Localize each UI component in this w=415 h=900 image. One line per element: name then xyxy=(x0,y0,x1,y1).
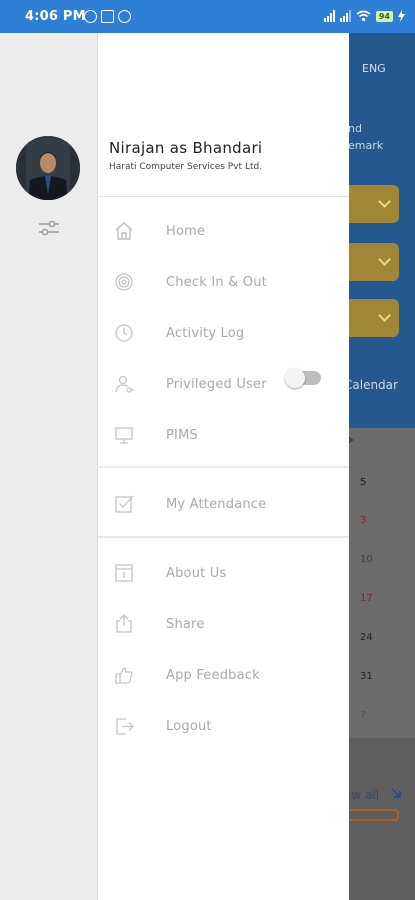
menu-item-logout[interactable]: Logout xyxy=(98,706,349,750)
chevron-down-icon xyxy=(378,309,391,322)
menu-item-label: Activity Log xyxy=(166,326,245,341)
privileged-user-toggle[interactable] xyxy=(285,368,321,388)
logout-icon xyxy=(116,718,134,735)
home-icon xyxy=(115,222,133,240)
background-button xyxy=(348,809,399,821)
checkbox-icon xyxy=(115,495,134,513)
nfc-icon xyxy=(101,10,114,23)
calendar-day: 10 xyxy=(360,554,373,565)
fingerprint-icon xyxy=(115,273,133,291)
vpn-icon xyxy=(118,10,131,23)
menu-item-pims[interactable]: PIMS xyxy=(98,415,349,459)
alarm-icon xyxy=(84,10,97,23)
chevron-down-icon xyxy=(378,195,391,208)
menu-item-share[interactable]: Share xyxy=(98,604,349,648)
wifi-icon xyxy=(356,10,371,22)
calendar-day: 31 xyxy=(360,671,373,682)
signal-icon xyxy=(339,10,351,22)
calendar-day: 24 xyxy=(360,632,373,643)
divider xyxy=(98,536,349,538)
status-bar: 4:06 PM 94 xyxy=(0,0,415,33)
menu-item-label: App Feedback xyxy=(166,668,260,683)
menu-item-activity-log[interactable]: Activity Log xyxy=(98,313,349,357)
chevron-down-icon xyxy=(378,253,391,266)
clock-icon xyxy=(115,324,133,342)
user-key-icon xyxy=(115,375,134,393)
menu-item-check-in-out[interactable]: Check In & Out xyxy=(98,262,349,306)
avatar[interactable] xyxy=(16,136,80,200)
menu-item-label: Share xyxy=(166,617,205,632)
divider xyxy=(98,196,349,197)
toggle-knob xyxy=(285,368,305,388)
background-dropdown xyxy=(348,243,399,281)
signal-icon xyxy=(323,10,335,22)
menu-item-label: Check In & Out xyxy=(166,275,267,290)
chevron-right-icon xyxy=(348,436,354,444)
charging-icon xyxy=(398,10,405,22)
menu-item-about-us[interactable]: About Us xyxy=(98,553,349,597)
background-dropdown xyxy=(348,185,399,223)
background-calendar: 5 3 10 17 24 31 7 xyxy=(348,428,415,738)
share-icon xyxy=(116,614,132,633)
menu-item-label: Home xyxy=(166,224,206,239)
view-all-link: ew all xyxy=(348,788,380,802)
menu-item-app-feedback[interactable]: App Feedback xyxy=(98,655,349,699)
background-app: ENG nd emark Calendar 5 3 10 17 24 31 7 … xyxy=(348,33,415,900)
info-box-icon xyxy=(115,564,133,582)
battery-icon: 94 xyxy=(375,10,393,22)
status-icons-right: 94 xyxy=(323,10,405,22)
status-time: 4:06 PM xyxy=(25,9,86,24)
language-label: ENG xyxy=(362,62,386,75)
filter-icon[interactable] xyxy=(38,220,60,236)
background-dropdown xyxy=(348,299,399,337)
profile-photo xyxy=(16,136,80,200)
divider xyxy=(98,466,349,468)
background-text: emark xyxy=(348,139,384,152)
calendar-day: 7 xyxy=(360,710,367,721)
arrow-icon xyxy=(391,788,401,798)
background-text: nd xyxy=(348,122,362,135)
feedback-icon xyxy=(115,667,133,684)
menu-item-label: PIMS xyxy=(166,428,198,443)
menu-item-home[interactable]: Home xyxy=(98,211,349,255)
profile-company: Harati Computer Services Pvt Ltd. xyxy=(109,162,263,172)
menu-item-my-attendance[interactable]: My Attendance xyxy=(98,484,349,528)
calendar-day: 3 xyxy=(360,515,367,526)
profile-name: Nirajan as Bhandari xyxy=(109,139,263,157)
navigation-drawer: Nirajan as Bhandari Harati Computer Serv… xyxy=(97,33,349,900)
status-icons-left xyxy=(84,10,131,23)
menu-item-label: Privileged User xyxy=(166,377,267,392)
menu-item-label: Logout xyxy=(166,719,212,734)
menu-item-label: My Attendance xyxy=(166,497,267,512)
monitor-icon xyxy=(115,427,133,444)
calendar-day: 17 xyxy=(360,593,373,604)
calendar-label: Calendar xyxy=(348,378,398,392)
calendar-day: 5 xyxy=(360,477,367,488)
navigation-rail xyxy=(0,33,97,900)
menu-item-label: About Us xyxy=(166,566,227,581)
